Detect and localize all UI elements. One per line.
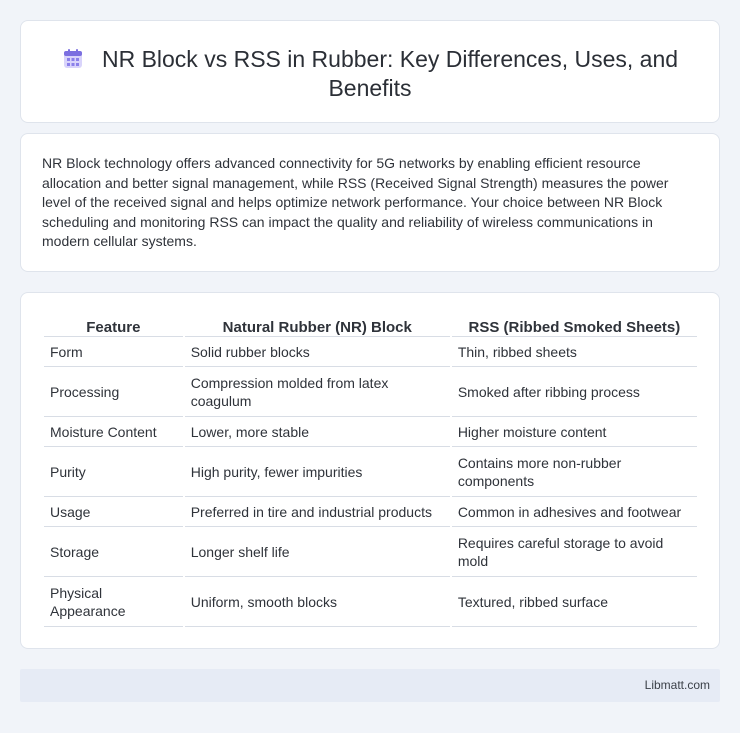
rss-cell: Higher moisture content — [451, 417, 697, 447]
feature-cell: Moisture Content — [44, 417, 183, 447]
table-row: Moisture Content Lower, more stable High… — [44, 417, 697, 447]
table-row: Usage Preferred in tire and industrial p… — [44, 497, 697, 527]
nr-block-cell: Compression molded from latex coagulum — [184, 367, 450, 417]
intro-paragraph: NR Block technology offers advanced conn… — [42, 155, 669, 249]
rss-cell: Thin, ribbed sheets — [451, 337, 697, 367]
rss-cell: Common in adhesives and footwear — [451, 497, 697, 527]
table-row: Physical Appearance Uniform, smooth bloc… — [44, 577, 697, 627]
table-row: Purity High purity, fewer impurities Con… — [44, 447, 697, 497]
table-header-row: Feature Natural Rubber (NR) Block RSS (R… — [44, 316, 697, 337]
feature-cell: Processing — [44, 367, 183, 417]
nr-block-cell: Preferred in tire and industrial product… — [184, 497, 450, 527]
page-title-wrap: NR Block vs RSS in Rubber: Key Differenc… — [21, 45, 719, 103]
nr-block-cell: Lower, more stable — [184, 417, 450, 447]
header-rss: RSS (Ribbed Smoked Sheets) — [451, 316, 697, 337]
comparison-card: Feature Natural Rubber (NR) Block RSS (R… — [20, 292, 720, 649]
table-row: Storage Longer shelf life Requires caref… — [44, 527, 697, 577]
header-feature: Feature — [44, 316, 183, 337]
calendar-icon — [63, 49, 82, 68]
table-row: Form Solid rubber blocks Thin, ribbed sh… — [44, 337, 697, 367]
page-title: NR Block vs RSS in Rubber: Key Differenc… — [101, 46, 679, 101]
nr-block-cell: High purity, fewer impurities — [184, 447, 450, 497]
nr-block-cell: Longer shelf life — [184, 527, 450, 577]
feature-cell: Purity — [44, 447, 183, 497]
header-nr-block: Natural Rubber (NR) Block — [184, 316, 450, 337]
footer-site-link[interactable]: Libmatt.com — [645, 678, 710, 692]
nr-block-cell: Uniform, smooth blocks — [184, 577, 450, 627]
feature-cell: Physical Appearance — [44, 577, 183, 627]
feature-cell: Storage — [44, 527, 183, 577]
nr-block-cell: Solid rubber blocks — [184, 337, 450, 367]
rss-cell: Smoked after ribbing process — [451, 367, 697, 417]
title-card: NR Block vs RSS in Rubber: Key Differenc… — [20, 20, 720, 123]
footer-bar: Libmatt.com — [20, 669, 720, 702]
feature-cell: Form — [44, 337, 183, 367]
rss-cell: Contains more non-rubber components — [451, 447, 697, 497]
rss-cell: Requires careful storage to avoid mold — [451, 527, 697, 577]
comparison-table: Feature Natural Rubber (NR) Block RSS (R… — [42, 316, 699, 627]
table-row: Processing Compression molded from latex… — [44, 367, 697, 417]
feature-cell: Usage — [44, 497, 183, 527]
intro-card: NR Block technology offers advanced conn… — [20, 133, 720, 272]
rss-cell: Textured, ribbed surface — [451, 577, 697, 627]
